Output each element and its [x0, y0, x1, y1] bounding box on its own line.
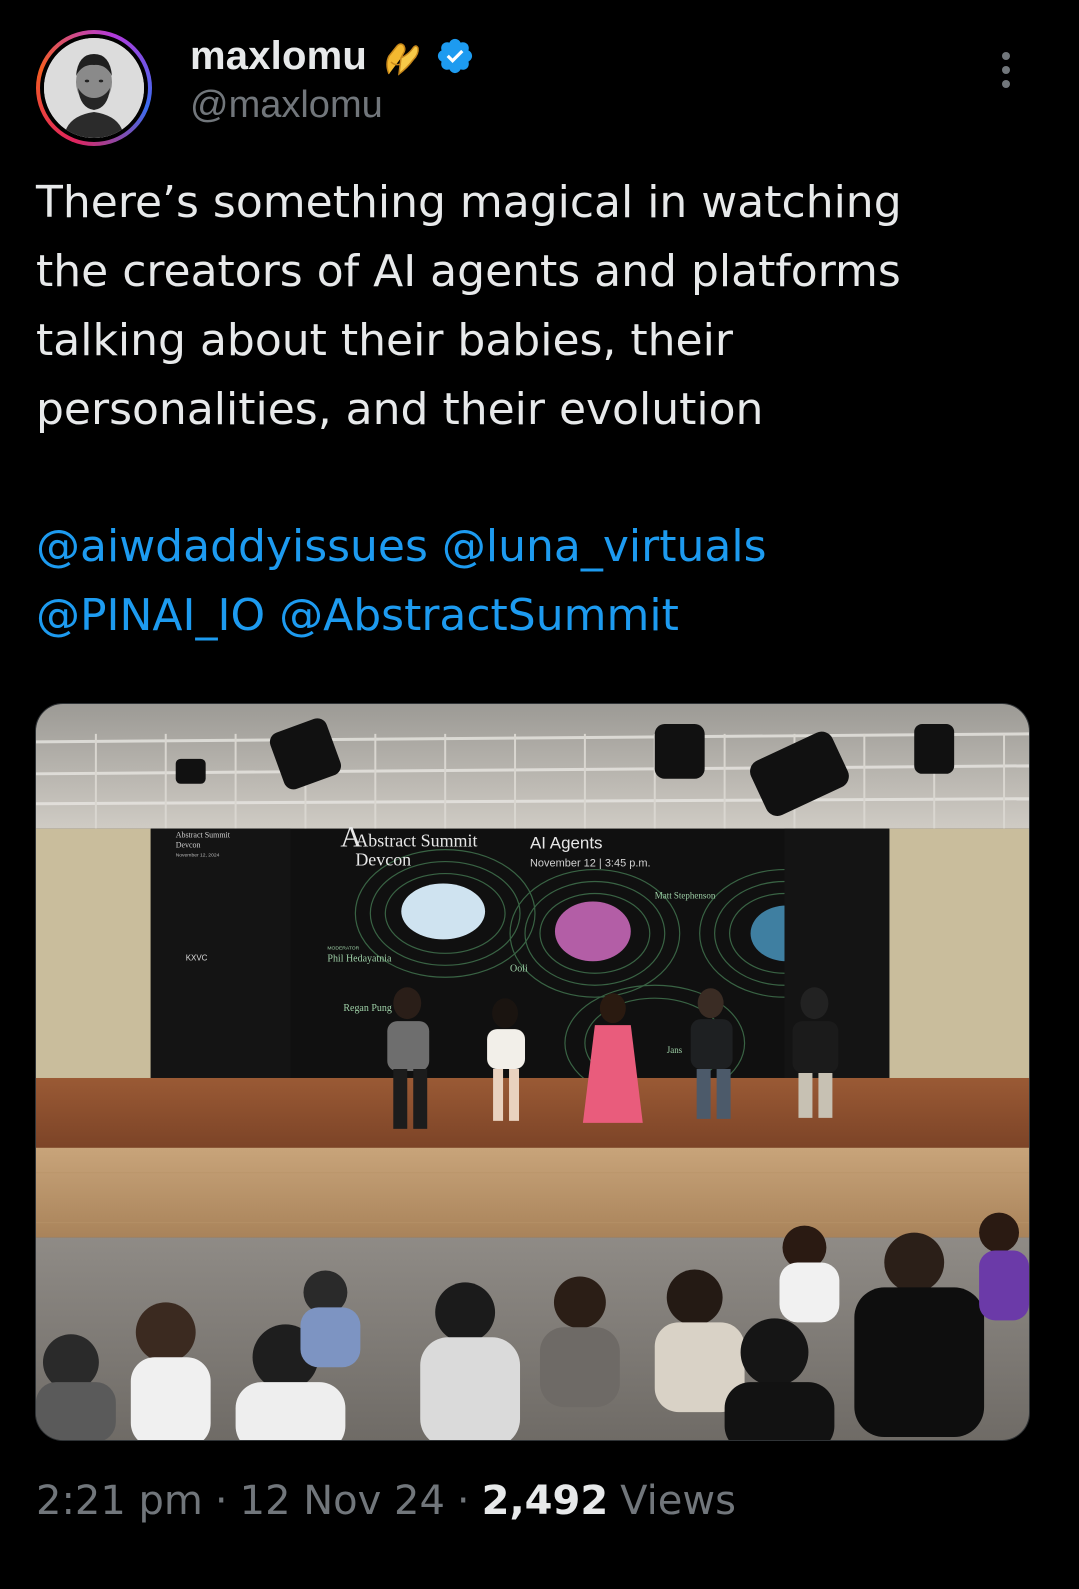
meta-separator: ·	[456, 1478, 470, 1524]
mentions-line: @aiwdaddyissues @luna_virtuals	[36, 512, 1046, 581]
side-panel-date: November 12, 2024	[176, 853, 220, 859]
pinching-hand-icon	[386, 43, 419, 76]
avatar-image	[40, 34, 148, 142]
profile-photo-icon	[44, 38, 144, 138]
verified-badge-icon[interactable]	[435, 36, 475, 76]
meta-separator: ·	[214, 1478, 228, 1524]
tweet-text-line: talking about their babies, their	[36, 315, 733, 366]
screen-event-sub: Devcon	[355, 850, 411, 870]
event-photo-illustration: A Abstract Summit Devcon AI Agents Novem…	[36, 704, 1029, 1440]
screen-speaker-1: Regan Pung	[343, 1003, 391, 1014]
tweet-date[interactable]: 12 Nov 24	[240, 1478, 445, 1524]
tweet-text-line: the creators of AI agents and platforms	[36, 246, 901, 297]
mention-link[interactable]: @luna_virtuals	[442, 521, 767, 572]
views-label: Views	[620, 1478, 736, 1524]
screen-session-title: AI Agents	[530, 834, 603, 853]
mention-link[interactable]: @aiwdaddyissues	[36, 521, 428, 572]
side-panel-sponsor: KXVC	[186, 953, 208, 962]
tweet-mentions: @aiwdaddyissues @luna_virtuals @PINAI_IO…	[36, 512, 1046, 650]
screen-event-title: Abstract Summit	[355, 831, 477, 851]
screen-session-time: November 12 | 3:45 p.m.	[530, 858, 651, 870]
author-handle[interactable]: @maxlomu	[190, 84, 383, 127]
tweet-time[interactable]: 2:21 pm	[36, 1478, 203, 1524]
screen-speaker-3: Matt Stephenson	[655, 890, 716, 900]
tweet-text: There’s something magical in watching th…	[36, 168, 1046, 444]
more-options-icon[interactable]	[988, 48, 1024, 92]
screen-speaker-2: Ooli	[510, 963, 528, 974]
tweet-meta: 2:21 pm · 12 Nov 24 · 2,492 Views	[36, 1478, 736, 1524]
avatar[interactable]	[36, 30, 152, 146]
mentions-line: @PINAI_IO @AbstractSummit	[36, 581, 1046, 650]
mention-link[interactable]: @PINAI_IO	[36, 590, 265, 641]
side-panel-sub: Devcon	[176, 841, 201, 850]
screen-speaker-4: Jans	[667, 1045, 683, 1055]
tweet-photo[interactable]: A Abstract Summit Devcon AI Agents Novem…	[35, 703, 1030, 1441]
screen-moderator-label: MODERATOR	[327, 945, 359, 951]
mention-link[interactable]: @AbstractSummit	[279, 590, 679, 641]
tweet-text-line: personalities, and their evolution	[36, 384, 764, 435]
display-name[interactable]: maxlomu	[190, 34, 367, 79]
screen-moderator-name: Phil Hedayatnia	[327, 953, 392, 964]
author-name-row: maxlomu	[190, 30, 475, 82]
tweet-text-line: There’s something magical in watching	[36, 177, 902, 228]
side-panel-title: Abstract Summit	[176, 831, 231, 840]
views-count: 2,492	[481, 1478, 609, 1524]
